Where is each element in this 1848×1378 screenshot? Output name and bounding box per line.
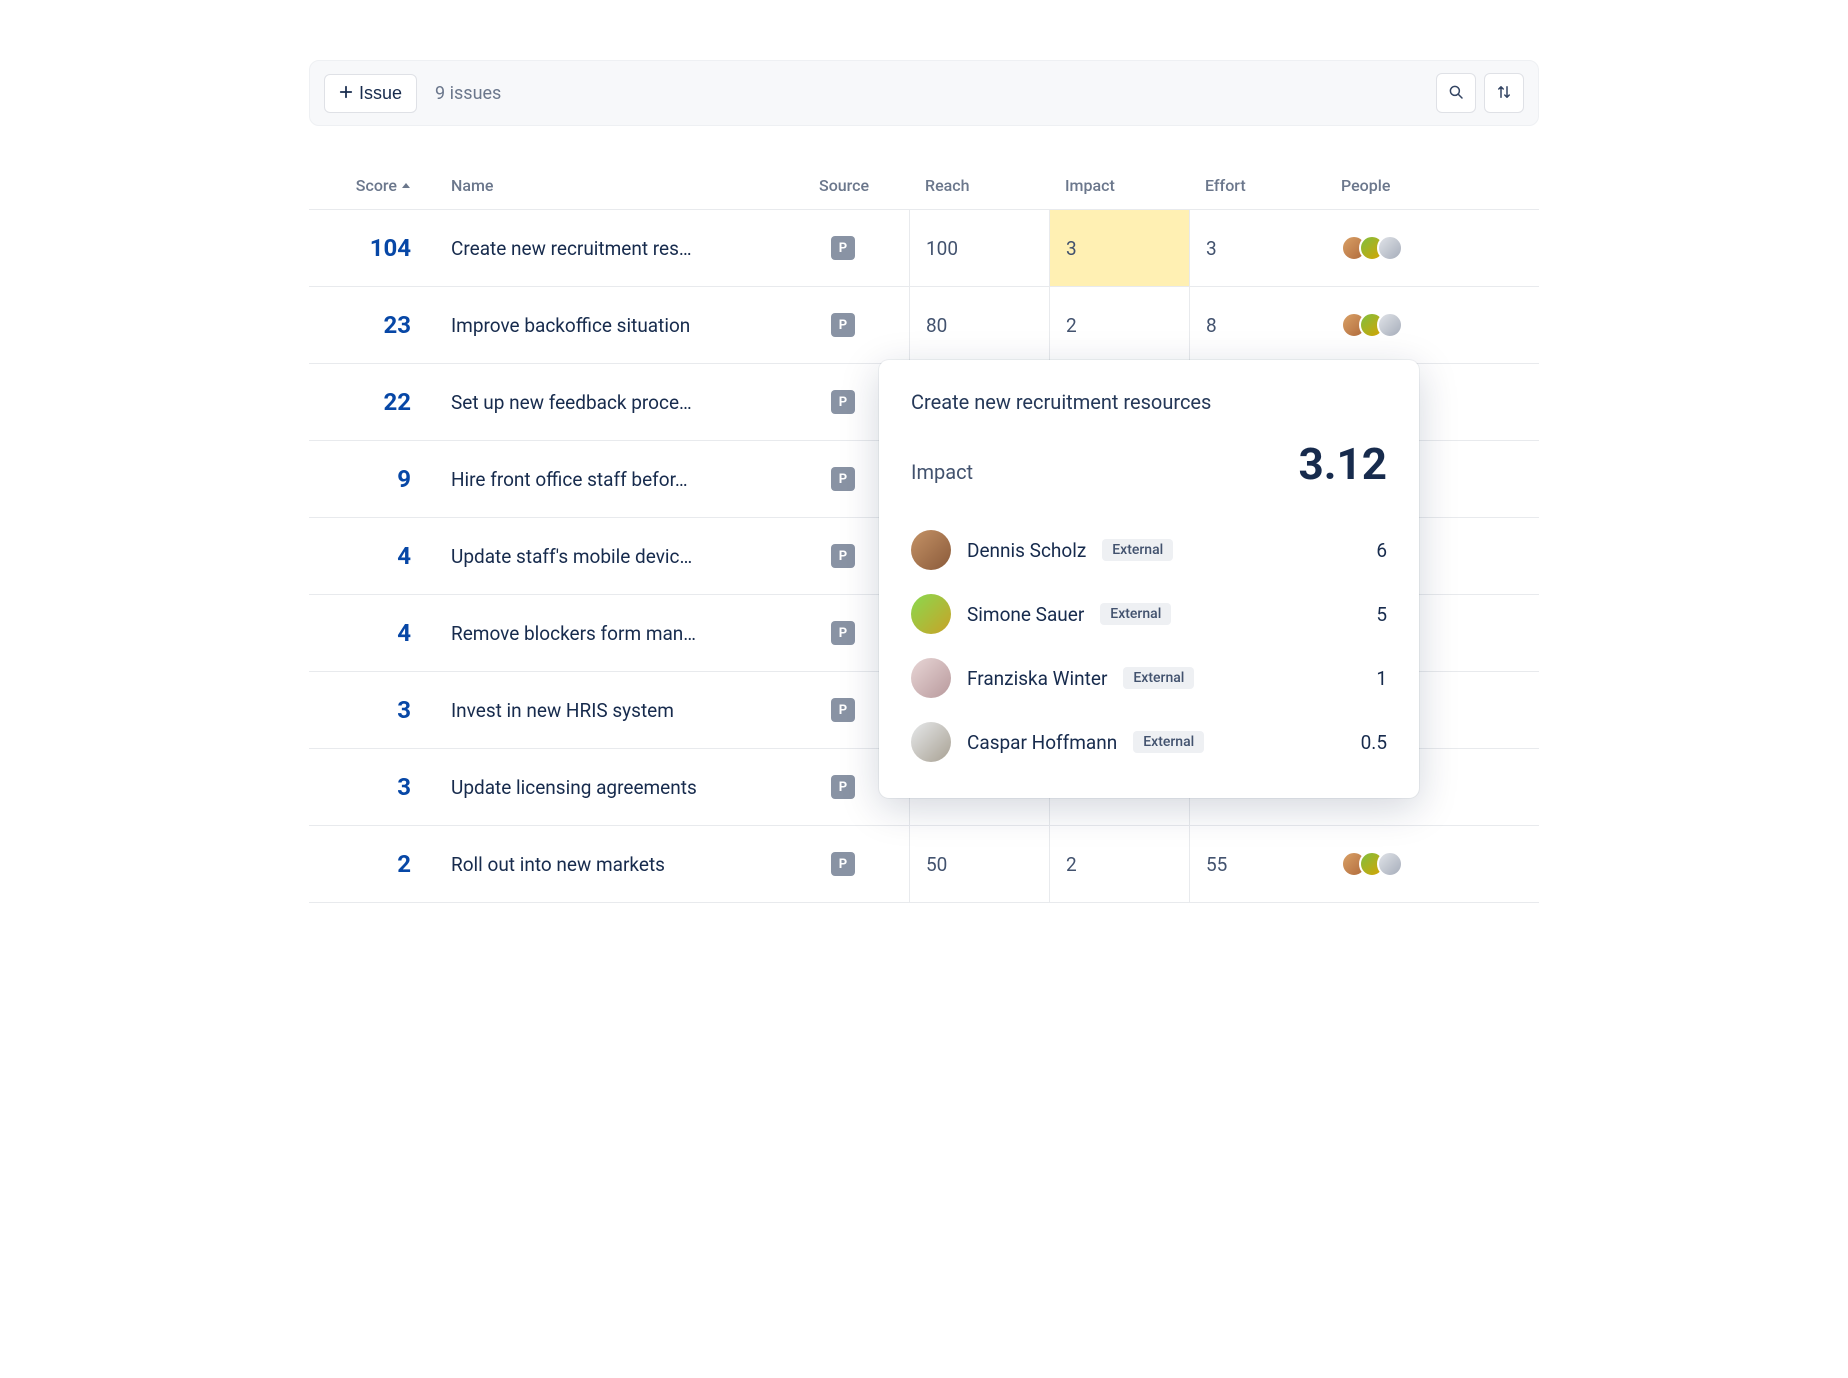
table-row[interactable]: 23Improve backoffice situation P 8028 xyxy=(309,287,1539,364)
external-badge: External xyxy=(1102,539,1173,561)
contributor-value: 6 xyxy=(1376,539,1387,562)
external-badge: External xyxy=(1100,603,1171,625)
contributor-name: Franziska Winter xyxy=(967,667,1107,690)
cell-source: P xyxy=(819,313,909,337)
source-badge: P xyxy=(831,621,855,645)
cell-reach[interactable]: 80 xyxy=(909,287,1049,363)
plus-icon xyxy=(339,83,353,104)
cell-effort[interactable]: 55 xyxy=(1189,826,1329,902)
cell-impact[interactable]: 2 xyxy=(1049,826,1189,902)
source-badge: P xyxy=(831,544,855,568)
column-header-effort[interactable]: Effort xyxy=(1189,176,1329,195)
source-badge: P xyxy=(831,852,855,876)
issue-count: 9 issues xyxy=(435,83,501,104)
cell-people[interactable] xyxy=(1329,235,1489,261)
column-header-reach[interactable]: Reach xyxy=(909,176,1049,195)
contributor-name: Simone Sauer xyxy=(967,603,1084,626)
contributor-row[interactable]: Simone Sauer External 5 xyxy=(911,582,1387,646)
source-badge: P xyxy=(831,236,855,260)
search-button[interactable] xyxy=(1436,73,1476,113)
avatar xyxy=(1377,851,1403,877)
contributor-value: 5 xyxy=(1376,603,1387,626)
source-badge: P xyxy=(831,698,855,722)
contributor-row[interactable]: Franziska Winter External 1 xyxy=(911,646,1387,710)
cell-source: P xyxy=(819,852,909,876)
cell-reach[interactable]: 50 xyxy=(909,826,1049,902)
avatar xyxy=(911,530,951,570)
contributor-value: 0.5 xyxy=(1361,731,1387,754)
avatar-stack xyxy=(1341,851,1403,877)
cell-score: 4 xyxy=(309,619,439,647)
impact-detail-popover: Create new recruitment resources Impact … xyxy=(879,360,1419,798)
contributor-name: Caspar Hoffmann xyxy=(967,731,1117,754)
avatar xyxy=(911,594,951,634)
column-header-impact[interactable]: Impact xyxy=(1049,176,1189,195)
cell-name[interactable]: Invest in new HRIS system xyxy=(439,699,819,722)
contributor-row[interactable]: Caspar Hoffmann External 0.5 xyxy=(911,710,1387,774)
cell-score: 104 xyxy=(309,234,439,262)
cell-score: 9 xyxy=(309,465,439,493)
cell-reach[interactable]: 100 xyxy=(909,210,1049,286)
avatar xyxy=(1377,235,1403,261)
contributor-name: Dennis Scholz xyxy=(967,539,1086,562)
toolbar: Issue 9 issues xyxy=(309,60,1539,126)
cell-people[interactable] xyxy=(1329,312,1489,338)
cell-name[interactable]: Update staff's mobile devic… xyxy=(439,545,819,568)
popover-metric-label: Impact xyxy=(911,460,973,484)
avatar xyxy=(1377,312,1403,338)
cell-name[interactable]: Hire front office staff befor… xyxy=(439,468,819,491)
cell-name[interactable]: Update licensing agreements xyxy=(439,776,819,799)
cell-score: 4 xyxy=(309,542,439,570)
avatar-stack xyxy=(1341,312,1403,338)
external-badge: External xyxy=(1123,667,1194,689)
source-badge: P xyxy=(831,313,855,337)
cell-score: 2 xyxy=(309,850,439,878)
sort-asc-icon xyxy=(401,176,411,195)
cell-name[interactable]: Set up new feedback proce… xyxy=(439,391,819,414)
new-issue-label: Issue xyxy=(359,83,402,104)
table-row[interactable]: 104Create new recruitment res…P10033 xyxy=(309,210,1539,287)
avatar-stack xyxy=(1341,235,1403,261)
cell-score: 23 xyxy=(309,311,439,339)
source-badge: P xyxy=(831,467,855,491)
cell-people[interactable] xyxy=(1329,851,1489,877)
cell-source: P xyxy=(819,236,909,260)
cell-score: 22 xyxy=(309,388,439,416)
cell-impact[interactable]: 3 xyxy=(1049,210,1189,286)
column-header-source[interactable]: Source xyxy=(819,176,909,195)
search-icon xyxy=(1447,83,1465,104)
cell-impact[interactable]: 2 xyxy=(1049,287,1189,363)
avatar xyxy=(911,722,951,762)
contributor-value: 1 xyxy=(1376,667,1387,690)
cell-name[interactable]: Roll out into new markets xyxy=(439,853,819,876)
new-issue-button[interactable]: Issue xyxy=(324,74,417,113)
table-header-row: Score Name Source Reach Impact Effort Pe… xyxy=(309,162,1539,210)
cell-effort[interactable]: 3 xyxy=(1189,210,1329,286)
source-badge: P xyxy=(831,390,855,414)
cell-effort[interactable]: 8 xyxy=(1189,287,1329,363)
source-badge: P xyxy=(831,775,855,799)
column-header-name[interactable]: Name xyxy=(439,176,819,195)
cell-score: 3 xyxy=(309,696,439,724)
popover-metric-value: 3.12 xyxy=(1299,438,1388,490)
sort-icon xyxy=(1495,83,1513,104)
sort-button[interactable] xyxy=(1484,73,1524,113)
cell-name[interactable]: Improve backoffice situation xyxy=(439,314,819,337)
contributor-row[interactable]: Dennis Scholz External 6 xyxy=(911,518,1387,582)
cell-name[interactable]: Remove blockers form man… xyxy=(439,622,819,645)
column-header-people[interactable]: People xyxy=(1329,176,1489,195)
avatar xyxy=(911,658,951,698)
column-header-score[interactable]: Score xyxy=(309,176,439,195)
table-row[interactable]: 2Roll out into new marketsP50255 xyxy=(309,826,1539,903)
popover-title: Create new recruitment resources xyxy=(911,390,1387,414)
cell-name[interactable]: Create new recruitment res… xyxy=(439,237,819,260)
external-badge: External xyxy=(1133,731,1204,753)
cell-score: 3 xyxy=(309,773,439,801)
